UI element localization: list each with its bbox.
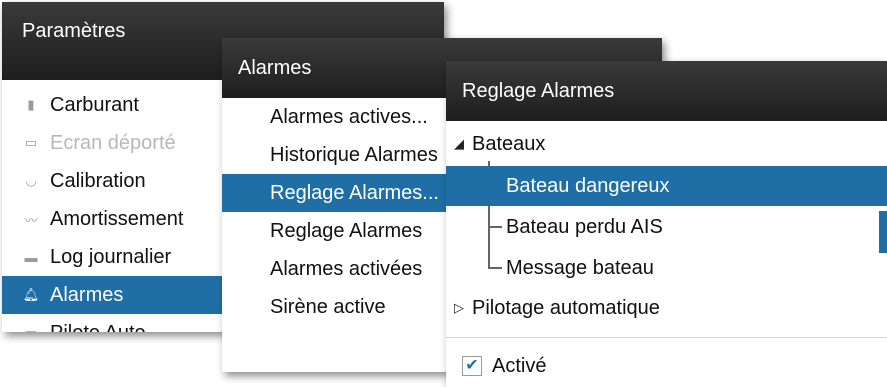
alarms-item-label: Alarmes activées	[270, 257, 423, 280]
tree-group-label: Bateaux	[472, 132, 546, 155]
menu-item-label: Log journalier	[50, 245, 172, 268]
menu-item-label: Calibration	[50, 169, 146, 192]
checkbox-checked-icon[interactable]: ✔	[462, 356, 482, 376]
calibration-icon: ◡	[25, 173, 37, 188]
menu-item-label: Alarmes	[50, 283, 124, 306]
tree-item-boat-message[interactable]: Message bateau	[446, 248, 887, 288]
tree-group-autopilot[interactable]: ▷ Pilotage automatique	[446, 289, 887, 327]
log-icon: ▬	[24, 249, 38, 265]
alarm-settings-panel: Reglage Alarmes ◢ Bateaux Bateau dangere…	[446, 61, 887, 387]
alarms-item-label: Sirène active	[270, 295, 386, 318]
tree-item-label: Bateau dangereux	[506, 174, 670, 197]
tree-group-label: Pilotage automatique	[472, 296, 660, 319]
scrollbar-thumb[interactable]	[879, 211, 887, 253]
alarms-item-siren[interactable]: Sirène active	[222, 288, 448, 326]
alarms-item-settings[interactable]: Reglage Alarmes	[222, 212, 448, 250]
enabled-checkbox-row[interactable]: ✔ Activé	[446, 347, 887, 385]
alarms-item-label: Reglage Alarmes...	[270, 181, 439, 204]
menu-item-label: Ecran déporté	[50, 131, 176, 154]
screen-icon: ▭	[24, 135, 38, 150]
alarms-item-enabled[interactable]: Alarmes activées	[222, 250, 448, 288]
alarms-item-label: Reglage Alarmes	[270, 219, 423, 242]
alarms-item-label: Historique Alarmes	[270, 143, 438, 166]
alarms-item-history[interactable]: Historique Alarmes	[222, 136, 448, 174]
expand-triangle-icon[interactable]: ▷	[454, 300, 472, 316]
alarms-item-active[interactable]: Alarmes actives...	[222, 98, 448, 136]
autopilot-icon: ▭	[20, 325, 42, 332]
alarms-item-label: Alarmes actives...	[270, 105, 428, 128]
collapse-triangle-icon[interactable]: ◢	[454, 136, 472, 152]
tree-item-lost-ais[interactable]: Bateau perdu AIS	[446, 207, 887, 247]
divider	[446, 337, 887, 338]
fuel-icon: ▮	[27, 97, 35, 112]
menu-item-label: Carburant	[50, 93, 139, 116]
tree-item-label: Message bateau	[506, 256, 654, 279]
tree-item-dangerous-boat[interactable]: Bateau dangereux	[446, 166, 887, 206]
enabled-label: Activé	[492, 354, 547, 377]
alarms-item-settings-selected[interactable]: Reglage Alarmes...	[222, 174, 448, 212]
tree-group-boats[interactable]: ◢ Bateaux	[446, 125, 887, 163]
alarm-settings-title: Reglage Alarmes	[446, 61, 887, 121]
menu-item-label: Amortissement	[50, 207, 184, 230]
bell-icon: 🔔︎	[22, 287, 40, 302]
damping-icon: 〰	[24, 212, 38, 228]
tree-item-label: Bateau perdu AIS	[506, 215, 663, 238]
menu-item-label: Pilote Auto	[50, 322, 146, 333]
